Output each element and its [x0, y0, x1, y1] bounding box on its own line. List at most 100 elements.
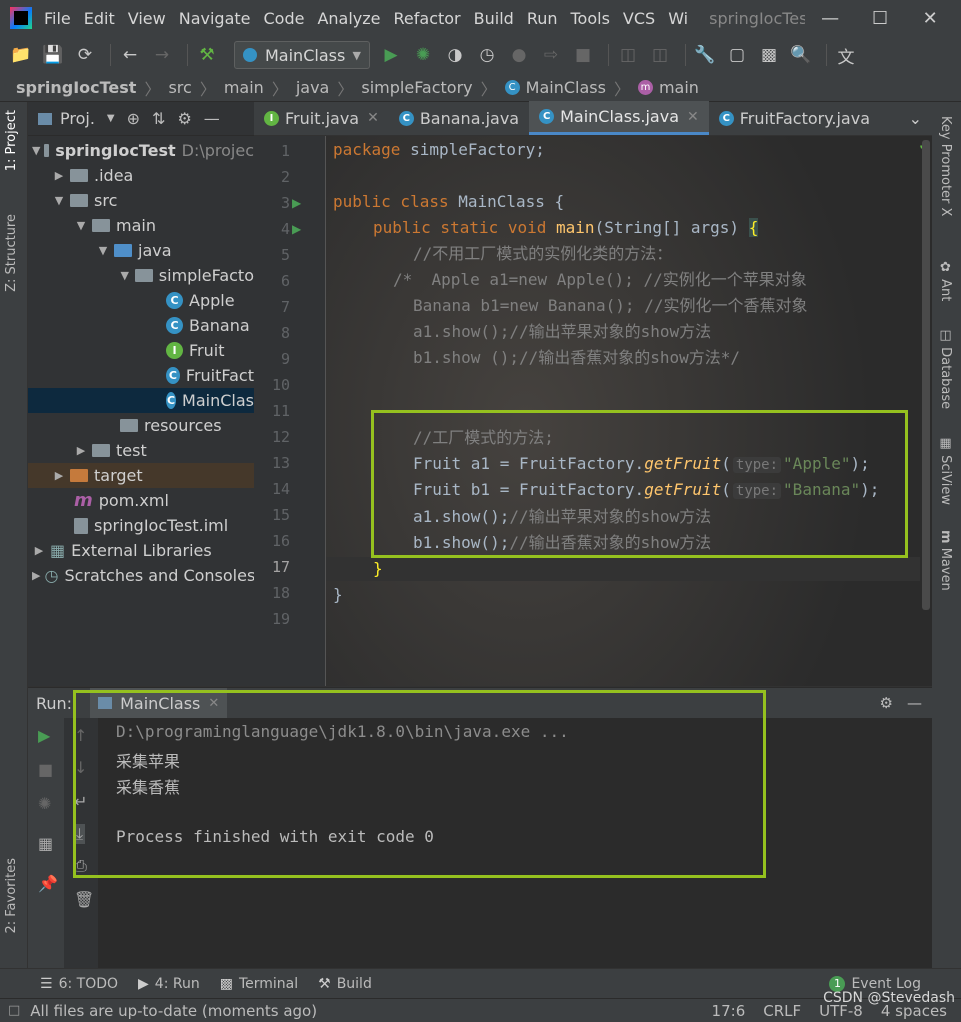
- tree-item-pom[interactable]: m pom.xml: [28, 488, 254, 513]
- tab-sciview[interactable]: ▦ SciView: [938, 436, 953, 505]
- expand-arrow-icon[interactable]: ▶: [52, 469, 66, 482]
- close-tab-icon[interactable]: ✕: [687, 109, 699, 125]
- tree-item-scratches[interactable]: ▶ ◷ Scratches and Consoles: [28, 563, 254, 588]
- tab-key-promoter[interactable]: Key Promoter X: [938, 116, 953, 216]
- gear-icon[interactable]: ⚙: [880, 694, 893, 712]
- tree-item-fruitfactory[interactable]: C FruitFact: [28, 363, 254, 388]
- menu-file[interactable]: File: [44, 9, 71, 28]
- minimize-icon[interactable]: —: [805, 8, 855, 29]
- attach-icon[interactable]: ●: [506, 42, 532, 68]
- run-gutter-icon[interactable]: ▶: [292, 222, 301, 236]
- code-line-5[interactable]: //不用工厂模式的实例化类的方法：: [413, 241, 672, 267]
- scroll-to-end-icon[interactable]: ⤓: [74, 824, 86, 844]
- code-line-1[interactable]: package simpleFactory;: [333, 137, 545, 163]
- tab-fruit-java[interactable]: I Fruit.java ✕: [254, 101, 389, 135]
- menu-navigate[interactable]: Navigate: [179, 9, 251, 28]
- run-tab-mainclass[interactable]: MainClass ✕: [90, 688, 228, 718]
- build-hammer-icon[interactable]: ⚒: [194, 42, 220, 68]
- code-line-16[interactable]: b1.show();//输出香蕉对象的show方法: [413, 530, 711, 556]
- tree-item-test[interactable]: ▶ test: [28, 438, 254, 463]
- code-line-15[interactable]: a1.show();//输出苹果对象的show方法: [413, 504, 711, 530]
- tree-item-mainclass[interactable]: C MainClas: [28, 388, 254, 413]
- code-line-18[interactable]: }: [333, 582, 343, 608]
- menu-tools[interactable]: Tools: [571, 9, 610, 28]
- vcs-commit-icon[interactable]: ◫: [647, 42, 673, 68]
- close-tab-icon[interactable]: ✕: [367, 110, 379, 126]
- menu-vcs[interactable]: VCS: [623, 9, 655, 28]
- soft-wrap-icon[interactable]: ↵: [74, 792, 87, 811]
- maximize-icon[interactable]: ☐: [855, 8, 905, 29]
- tree-item-fruit[interactable]: I Fruit: [28, 338, 254, 363]
- stop-icon[interactable]: ■: [570, 42, 596, 68]
- menu-window[interactable]: Wi: [668, 9, 688, 28]
- tab-structure[interactable]: Z: Structure: [4, 214, 19, 292]
- vcs-icon[interactable]: ◫: [615, 42, 641, 68]
- tabs-overflow-chevron-icon[interactable]: ⌄: [899, 101, 932, 135]
- hide-panel-icon[interactable]: —: [204, 109, 220, 128]
- expand-arrow-icon[interactable]: ▼: [96, 244, 110, 257]
- tree-item-main[interactable]: ▼ main: [28, 213, 254, 238]
- run-gutter-icon[interactable]: ▶: [292, 196, 301, 210]
- expand-arrow-icon[interactable]: ▼: [52, 194, 66, 207]
- code-line-12[interactable]: //工厂模式的方法;: [413, 425, 554, 451]
- menu-analyze[interactable]: Analyze: [317, 9, 380, 28]
- locate-target-icon[interactable]: ⊕: [127, 109, 140, 128]
- tab-terminal[interactable]: ▩ Terminal: [220, 976, 298, 992]
- settings-wrench-icon[interactable]: 🔧: [692, 42, 718, 68]
- tab-mainclass-java[interactable]: C MainClass.java ✕: [529, 101, 709, 135]
- tree-item-iml[interactable]: springIocTest.iml: [28, 513, 254, 538]
- code-line-17[interactable]: }: [373, 556, 383, 582]
- translate-icon[interactable]: 文: [833, 42, 859, 68]
- project-structure-icon[interactable]: ▢: [724, 42, 750, 68]
- tree-item-src[interactable]: ▼ src: [28, 188, 254, 213]
- tab-favorites[interactable]: 2: Favorites: [4, 858, 19, 934]
- up-arrow-icon[interactable]: ↑: [74, 726, 87, 745]
- hide-panel-icon[interactable]: —: [907, 694, 922, 712]
- breadcrumb-class[interactable]: MainClass: [526, 78, 606, 97]
- search-icon[interactable]: 🔍: [788, 42, 814, 68]
- run-icon[interactable]: ▶: [378, 42, 404, 68]
- menu-build[interactable]: Build: [474, 9, 514, 28]
- tree-item-banana[interactable]: C Banana: [28, 313, 254, 338]
- tree-item-target[interactable]: ▶ target: [28, 463, 254, 488]
- back-arrow-icon[interactable]: ←: [117, 42, 143, 68]
- close-tab-icon[interactable]: ✕: [208, 696, 219, 711]
- menu-edit[interactable]: Edit: [84, 9, 115, 28]
- run-configuration-dropdown[interactable]: MainClass ▼: [234, 41, 370, 69]
- save-icon[interactable]: 💾: [40, 42, 66, 68]
- tab-project[interactable]: 1: Project: [4, 110, 19, 171]
- tree-item-idea[interactable]: ▶ .idea: [28, 163, 254, 188]
- chevron-down-icon[interactable]: ▼: [107, 113, 115, 124]
- expand-arrow-icon[interactable]: ▼: [118, 269, 131, 282]
- tree-item-resources[interactable]: resources: [28, 413, 254, 438]
- menu-run[interactable]: Run: [527, 9, 558, 28]
- open-folder-icon[interactable]: 📁: [8, 42, 34, 68]
- tree-item-apple[interactable]: C Apple: [28, 288, 254, 313]
- rerun-icon[interactable]: ▶: [38, 726, 50, 745]
- step-icon[interactable]: ⇨: [538, 42, 564, 68]
- tab-banana-java[interactable]: C Banana.java: [389, 101, 529, 135]
- expand-arrow-icon[interactable]: ▼: [32, 144, 40, 157]
- code-line-9[interactable]: b1.show ();//输出香蕉对象的show方法*/: [413, 345, 740, 371]
- expand-arrow-icon[interactable]: ▶: [32, 569, 40, 582]
- breadcrumb-src[interactable]: src: [168, 78, 191, 97]
- breadcrumb-java[interactable]: java: [296, 78, 330, 97]
- breadcrumb-project[interactable]: springIocTest: [16, 78, 136, 97]
- stop-icon[interactable]: ■: [38, 760, 53, 779]
- tree-item-java[interactable]: ▼ java: [28, 238, 254, 263]
- sync-icon[interactable]: ⟳: [72, 42, 98, 68]
- line-separator[interactable]: CRLF: [763, 1002, 801, 1020]
- caret-position[interactable]: 17:6: [712, 1002, 746, 1020]
- project-panel-title[interactable]: Proj.: [60, 109, 95, 128]
- layout-toggle-icon[interactable]: □: [8, 1003, 20, 1018]
- tab-database[interactable]: ◫ Database: [938, 328, 953, 409]
- tree-item-external-libraries[interactable]: ▶ ▦ External Libraries: [28, 538, 254, 563]
- menu-code[interactable]: Code: [264, 9, 305, 28]
- close-icon[interactable]: ✕: [905, 8, 955, 29]
- forward-arrow-icon[interactable]: →: [149, 42, 175, 68]
- breadcrumb-method[interactable]: main: [659, 78, 699, 97]
- layout-icon[interactable]: ▦: [38, 834, 53, 853]
- expand-arrow-icon[interactable]: ▶: [74, 444, 88, 457]
- collapse-all-icon[interactable]: ⇅: [152, 109, 165, 128]
- terminal-icon[interactable]: ▩: [756, 42, 782, 68]
